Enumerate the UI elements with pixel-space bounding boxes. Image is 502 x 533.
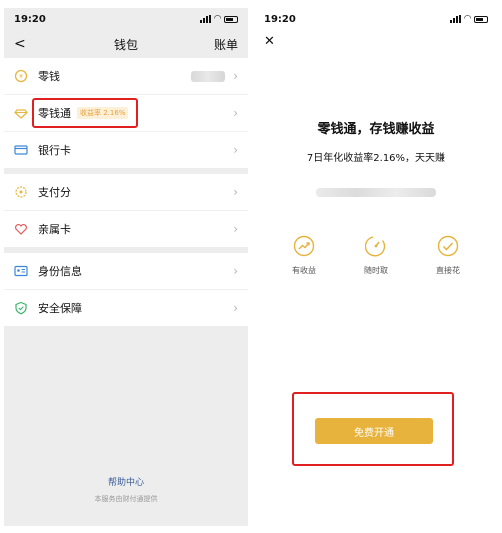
status-bar: 19:20 ◠ <box>254 8 498 30</box>
status-bar: 19:20 ◠ <box>4 8 248 30</box>
row-bank-card[interactable]: 银行卡 › <box>4 132 248 168</box>
signal-icon <box>200 15 212 23</box>
card-icon <box>14 143 28 157</box>
chevron-right-icon: › <box>233 106 238 120</box>
battery-icon <box>224 15 238 23</box>
wallet-group-3: 身份信息 › 安全保障 › <box>4 253 248 326</box>
row-family-card[interactable]: 亲属卡 › <box>4 211 248 247</box>
feature-list: 有收益 随时取 直接花 <box>254 235 498 276</box>
chevron-right-icon: › <box>233 185 238 199</box>
provider-note: 本服务由财付通提供 <box>94 495 158 503</box>
diamond-icon <box>14 106 28 120</box>
row-pay-score[interactable]: 支付分 › <box>4 174 248 211</box>
blurred-text <box>316 188 436 197</box>
svg-text:¥: ¥ <box>19 74 23 81</box>
chevron-right-icon: › <box>233 264 238 278</box>
status-time: 19:20 <box>264 13 296 25</box>
lingqiantong-screen: 19:20 ◠ ✕ 零钱通，存钱赚收益 7日年化收益率2.16%，天天赚 有收益… <box>254 8 498 526</box>
shield-icon <box>14 301 28 315</box>
score-icon <box>14 185 28 199</box>
row-lingqiantong[interactable]: 零钱通 收益率 2.16% › <box>4 95 248 132</box>
wallet-group-2: 支付分 › 亲属卡 › <box>4 174 248 247</box>
bill-button[interactable]: 账单 <box>214 36 238 53</box>
trend-icon <box>293 235 315 257</box>
feature-item: 直接花 <box>418 235 478 276</box>
promo-headline: 零钱通，存钱赚收益 <box>317 122 435 137</box>
chevron-right-icon: › <box>233 69 238 83</box>
clock-icon <box>364 235 387 257</box>
chevron-right-icon: › <box>233 222 238 236</box>
row-security[interactable]: 安全保障 › <box>4 290 248 326</box>
back-button[interactable]: < <box>14 36 26 52</box>
feature-item: 有收益 <box>274 235 334 276</box>
page-title: 钱包 <box>113 37 138 52</box>
balance-blurred <box>191 70 226 82</box>
signal-icon <box>450 15 462 23</box>
activate-button[interactable]: 免费开通 <box>315 418 433 444</box>
promo-subline: 7日年化收益率2.16%，天天赚 <box>306 153 446 164</box>
feature-item: 随时取 <box>346 235 406 276</box>
status-time: 19:20 <box>14 13 46 25</box>
highlight-box <box>32 98 138 128</box>
heart-icon <box>14 222 28 236</box>
chevron-right-icon: › <box>233 143 238 157</box>
row-change[interactable]: ¥ 零钱 › <box>4 58 248 95</box>
help-center-link[interactable]: 帮助中心 <box>4 475 248 488</box>
check-icon <box>437 235 459 257</box>
wifi-icon: ◠ <box>464 14 471 24</box>
id-icon <box>14 264 28 278</box>
coin-icon: ¥ <box>14 69 28 83</box>
battery-icon <box>474 15 488 23</box>
row-identity[interactable]: 身份信息 › <box>4 253 248 290</box>
wifi-icon: ◠ <box>214 14 221 24</box>
chevron-right-icon: › <box>233 301 238 315</box>
close-button[interactable]: ✕ <box>254 30 498 56</box>
footer: 帮助中心 本服务由财付通提供 <box>4 475 248 504</box>
wallet-screen: 19:20 ◠ < 钱包 账单 ¥ 零钱 › 零钱通 收益率 2.16% › 银… <box>4 8 248 526</box>
nav-bar: < 钱包 账单 <box>4 30 248 58</box>
wallet-group-1: ¥ 零钱 › 零钱通 收益率 2.16% › 银行卡 › <box>4 58 248 168</box>
